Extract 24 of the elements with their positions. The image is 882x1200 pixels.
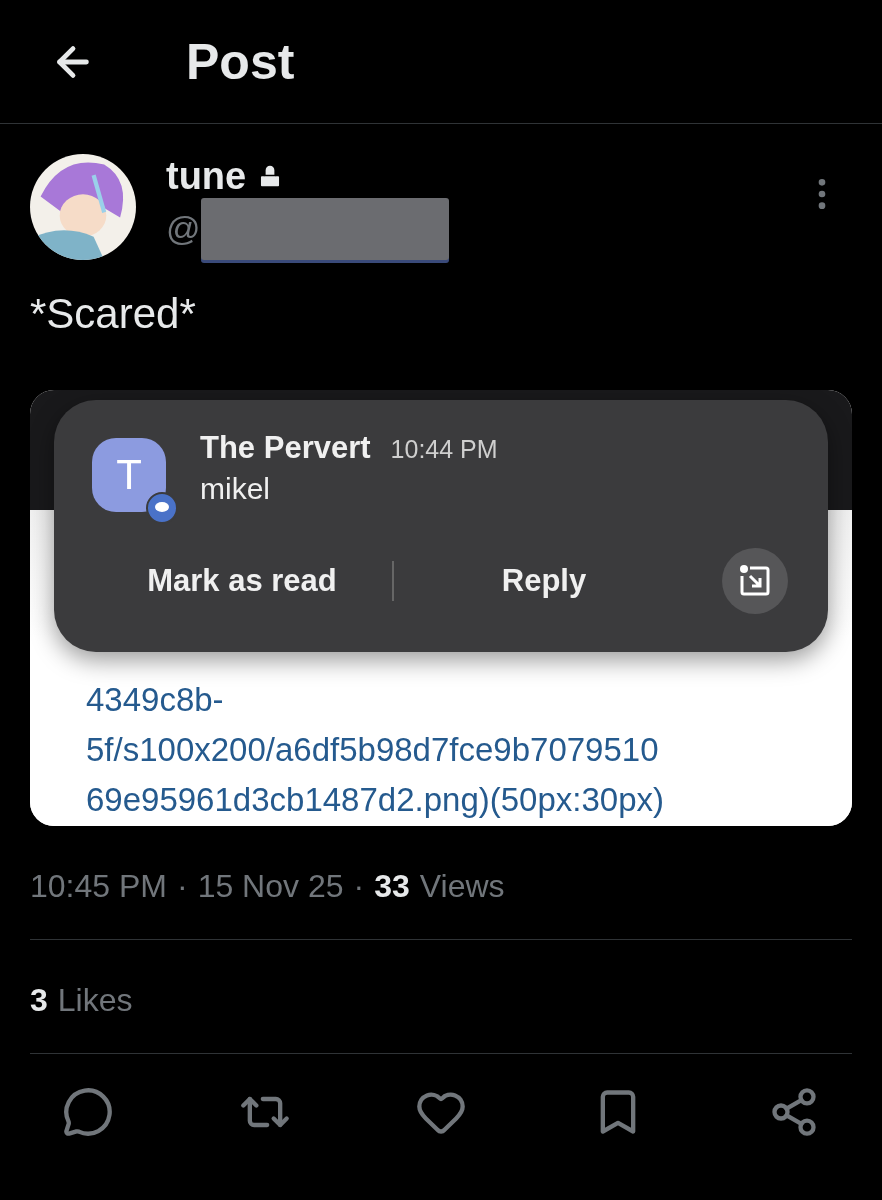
message-badge-icon (146, 492, 178, 524)
reply-button[interactable] (62, 1086, 114, 1138)
sender-name: The Pervert (200, 430, 371, 466)
avatar-letter: T (116, 451, 142, 499)
post-date: 15 Nov 25 (197, 868, 344, 905)
notification-action-button[interactable]: Mark as read (92, 563, 392, 599)
author-handle: @ (166, 209, 201, 248)
link-text: 69e95961d3cb1487d2.png)(50px:30px) (86, 782, 665, 818)
views-label: Views (419, 868, 505, 905)
separator-dot: · (176, 868, 188, 905)
post-time: 10:45 PM (30, 868, 167, 905)
likes-label[interactable]: Likes (57, 982, 133, 1019)
author-name[interactable]: tune (166, 154, 247, 198)
notification-time: 10:44 PM (390, 435, 498, 464)
page-title: Post (186, 32, 295, 91)
link-text: 4349c8b- (86, 682, 225, 718)
views-count: 33 (374, 868, 410, 905)
speech-bubble-icon (62, 1086, 114, 1138)
post-text: *Scared* (30, 290, 197, 338)
likes-count[interactable]: 3 (30, 982, 48, 1019)
link-text: 5f/s100x200/a6df5b98d7fce9b7079510 (86, 732, 660, 768)
separator-dot: · (353, 868, 365, 905)
notification-message: mikel (200, 472, 271, 506)
notification-action-button[interactable]: Reply (394, 563, 694, 599)
